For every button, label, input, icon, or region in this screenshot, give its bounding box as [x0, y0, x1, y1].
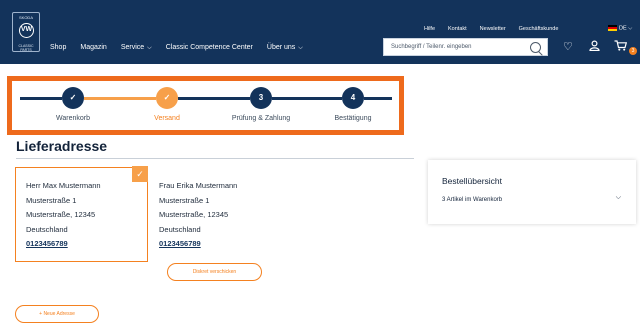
check-icon: ✓ — [132, 166, 148, 182]
address-1: Herr Max Mustermann Musterstraße 1 Muste… — [26, 179, 101, 252]
nav-item-magazin[interactable]: Magazin — [80, 44, 106, 52]
nav-item-shop[interactable]: Shop — [50, 44, 66, 52]
user-icon[interactable] — [589, 40, 600, 54]
new-address-button[interactable]: + Neue Adresse — [15, 305, 99, 323]
address-country: Deutschland — [159, 224, 201, 234]
brand-logo[interactable]: SKODA VW CLASSIC PARTS — [12, 12, 40, 52]
discrete-ship-button[interactable]: Diskret verschicken — [167, 263, 262, 281]
nav-item-ueber-uns[interactable]: Über uns ⌵ — [267, 44, 303, 52]
address-card-2[interactable]: Frau Erika Mustermann Musterstraße 1 Mus… — [159, 179, 237, 252]
divider — [16, 158, 414, 159]
step-1-label[interactable]: Warenkorb — [56, 115, 90, 122]
cart-count-badge: 3 — [629, 47, 637, 55]
step-3-label: Prüfung & Zahlung — [231, 115, 291, 122]
utility-navigation: Hilfe Kontakt Newsletter Geschäftskunde — [424, 26, 571, 32]
address-name: Frau Erika Mustermann — [159, 181, 238, 190]
address-name: Herr Max Mustermann — [26, 181, 101, 190]
step-4-circle: 4 — [342, 87, 364, 109]
heart-icon[interactable]: ♡ — [563, 40, 573, 53]
step-4-label: Bestätigung — [334, 115, 372, 122]
util-link-newsletter[interactable]: Newsletter — [480, 26, 506, 32]
step-3-circle: 3 — [250, 87, 272, 109]
step-line-1 — [20, 97, 62, 100]
logo-top-text: SKODA — [18, 15, 33, 20]
step-2-circle[interactable]: ✓ — [156, 87, 178, 109]
step-line-3 — [178, 97, 250, 100]
util-link-geschaeftskunde[interactable]: Geschäftskunde — [519, 26, 559, 32]
step-1-circle[interactable]: ✓ — [62, 87, 84, 109]
address-street: Musterstraße 1 — [26, 195, 77, 205]
nav-item-classic-competence-center[interactable]: Classic Competence Center — [166, 44, 253, 52]
checkout-stepper: ✓ ✓ 3 4 Warenkorb Versand Prüfung & Zahl… — [7, 76, 404, 135]
search-icon[interactable] — [530, 42, 541, 53]
address-city: Musterstraße, 12345 — [26, 210, 96, 219]
order-summary-title: Bestellübersicht — [442, 176, 503, 186]
language-selector[interactable]: DE ⌵ — [608, 25, 632, 32]
search-input[interactable]: Suchbegriff / Teilenr. eingeben — [383, 38, 548, 56]
address-city: Musterstraße, 12345 — [159, 210, 229, 219]
chevron-down-icon: ⌵ — [298, 45, 303, 51]
util-link-kontakt[interactable]: Kontakt — [448, 26, 467, 32]
chevron-down-icon[interactable]: ⌵ — [616, 194, 621, 202]
chevron-down-icon: ⌵ — [147, 45, 152, 51]
step-line-5 — [364, 97, 392, 100]
address-phone[interactable]: 0123456789 — [26, 237, 101, 252]
order-summary-items: 3 Artikel im Warenkorb — [442, 197, 503, 203]
cart-icon[interactable] — [614, 40, 628, 54]
vw-logo-icon: VW — [19, 23, 34, 38]
order-summary-panel[interactable]: Bestellübersicht 3 Artikel im Warenkorb … — [428, 160, 636, 224]
address-street: Musterstraße 1 — [159, 195, 210, 205]
main-navigation: Shop Magazin Service ⌵ Classic Competence… — [50, 44, 317, 52]
nav-item-service[interactable]: Service ⌵ — [121, 44, 152, 52]
address-phone[interactable]: 0123456789 — [159, 237, 237, 252]
page-title: Lieferadresse — [16, 138, 108, 154]
logo-bottom-text: CLASSIC PARTS — [18, 44, 34, 52]
util-link-hilfe[interactable]: Hilfe — [424, 26, 435, 32]
address-country: Deutschland — [26, 224, 68, 234]
german-flag-icon — [608, 25, 617, 31]
step-line-2 — [84, 97, 156, 100]
step-2-label: Versand — [154, 115, 180, 122]
top-header: SKODA VW CLASSIC PARTS Shop Magazin Serv… — [0, 0, 640, 64]
step-line-4 — [272, 97, 342, 100]
search-placeholder: Suchbegriff / Teilenr. eingeben — [391, 44, 472, 50]
